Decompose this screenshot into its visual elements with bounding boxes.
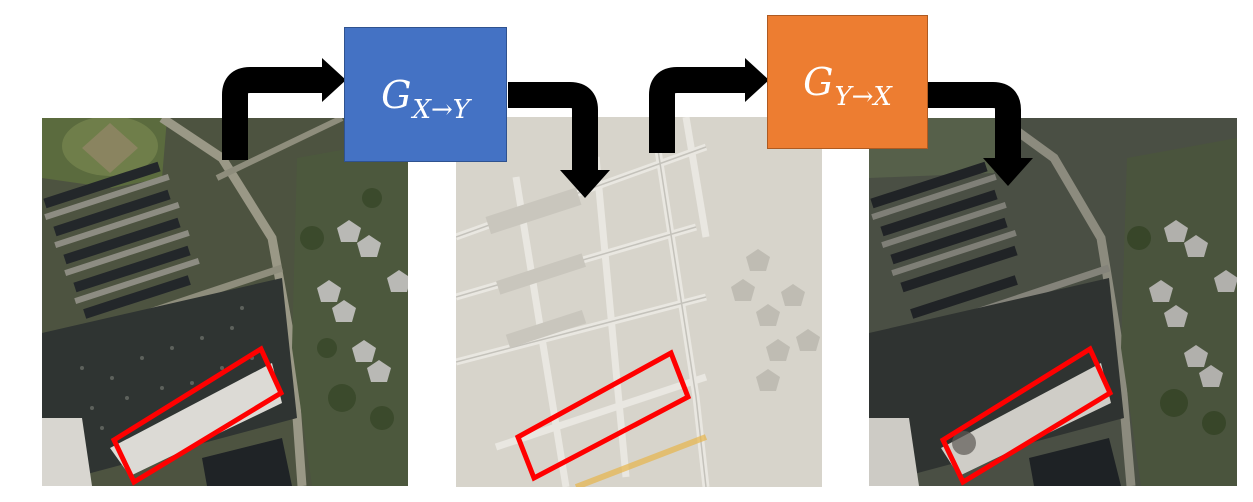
reconstructed-satellite-image	[869, 118, 1237, 486]
reconstructed-image-graphic	[869, 118, 1237, 486]
generator-symbol: G	[803, 60, 834, 104]
satellite-image-graphic	[42, 118, 408, 486]
translated-map-image	[456, 117, 822, 487]
generator-subscript: Y→X	[834, 82, 892, 112]
generator-x-to-y-label: GX→Y	[381, 72, 470, 123]
generator-y-to-x-label: GY→X	[803, 60, 892, 110]
generator-subscript: X→Y	[412, 94, 470, 125]
input-satellite-image	[42, 118, 408, 486]
map-image-graphic	[456, 117, 822, 487]
generator-y-to-x-box: GY→X	[767, 15, 928, 149]
generator-symbol: G	[381, 72, 412, 117]
generator-x-to-y-box: GX→Y	[344, 27, 507, 162]
arrowhead-3	[745, 58, 769, 102]
arrowhead-1	[322, 58, 346, 102]
